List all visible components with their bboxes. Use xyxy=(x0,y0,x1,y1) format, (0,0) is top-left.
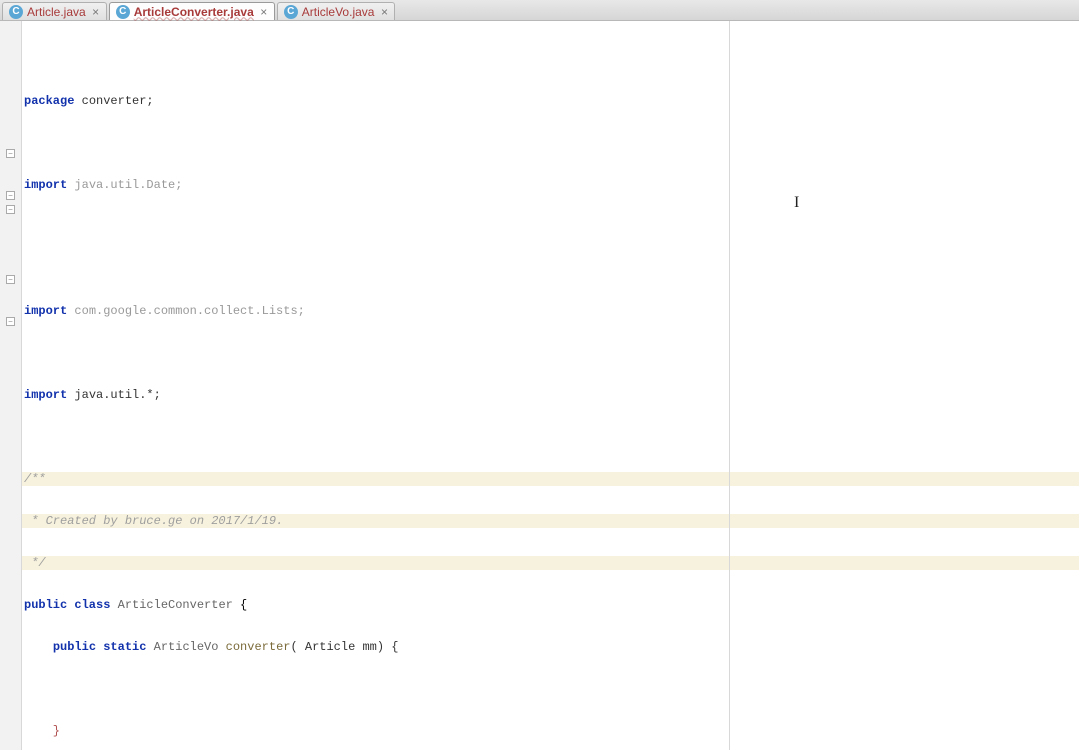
code-keyword: package xyxy=(24,94,74,108)
gutter[interactable]: − − − − − xyxy=(0,21,22,750)
close-icon[interactable]: × xyxy=(90,5,102,19)
close-icon[interactable]: × xyxy=(378,5,390,19)
fold-marker-icon[interactable]: − xyxy=(6,317,15,326)
fold-marker-icon[interactable]: − xyxy=(6,275,15,284)
brace: } xyxy=(24,724,60,738)
tab-label: ArticleConverter.java xyxy=(134,5,254,19)
code-keyword: public static xyxy=(53,640,147,654)
code-keyword: import xyxy=(24,178,67,192)
tab-article[interactable]: C Article.java × xyxy=(2,2,107,20)
return-type: ArticleVo xyxy=(146,640,218,654)
class-icon: C xyxy=(284,5,298,19)
indent xyxy=(24,640,53,654)
code-keyword: import xyxy=(24,388,67,402)
tab-label: ArticleVo.java xyxy=(302,5,375,19)
class-name: ArticleConverter xyxy=(110,598,232,612)
tab-articlevo[interactable]: C ArticleVo.java × xyxy=(277,2,396,20)
method-name: converter xyxy=(218,640,290,654)
fold-marker-icon[interactable]: − xyxy=(6,149,15,158)
tab-articleconverter[interactable]: C ArticleConverter.java × xyxy=(109,2,275,20)
code-text: { xyxy=(233,598,247,612)
close-icon[interactable]: × xyxy=(258,5,270,19)
javadoc-line: /** xyxy=(24,472,46,486)
class-icon: C xyxy=(9,5,23,19)
code-text: java.util.Date; xyxy=(67,178,182,192)
code-text: java.util.*; xyxy=(67,388,161,402)
text-caret-icon: I xyxy=(794,196,799,210)
javadoc-line: */ xyxy=(24,556,46,570)
javadoc-line: * Created by bruce.ge on 2017/1/19. xyxy=(24,514,283,528)
code-keyword: public class xyxy=(24,598,110,612)
tab-bar: C Article.java × C ArticleConverter.java… xyxy=(0,0,1079,21)
code-editor[interactable]: I package converter; import java.util.Da… xyxy=(22,21,1079,750)
editor-area: − − − − − I package converter; import ja… xyxy=(0,21,1079,750)
fold-marker-icon[interactable]: − xyxy=(6,191,15,200)
code-keyword: import xyxy=(24,304,67,318)
params: ( Article mm) { xyxy=(290,640,398,654)
code-text: converter; xyxy=(74,94,153,108)
class-icon: C xyxy=(116,5,130,19)
right-margin-line xyxy=(729,21,730,750)
code-text: com.google.common.collect.Lists; xyxy=(67,304,305,318)
fold-marker-icon[interactable]: − xyxy=(6,205,15,214)
tab-label: Article.java xyxy=(27,5,86,19)
